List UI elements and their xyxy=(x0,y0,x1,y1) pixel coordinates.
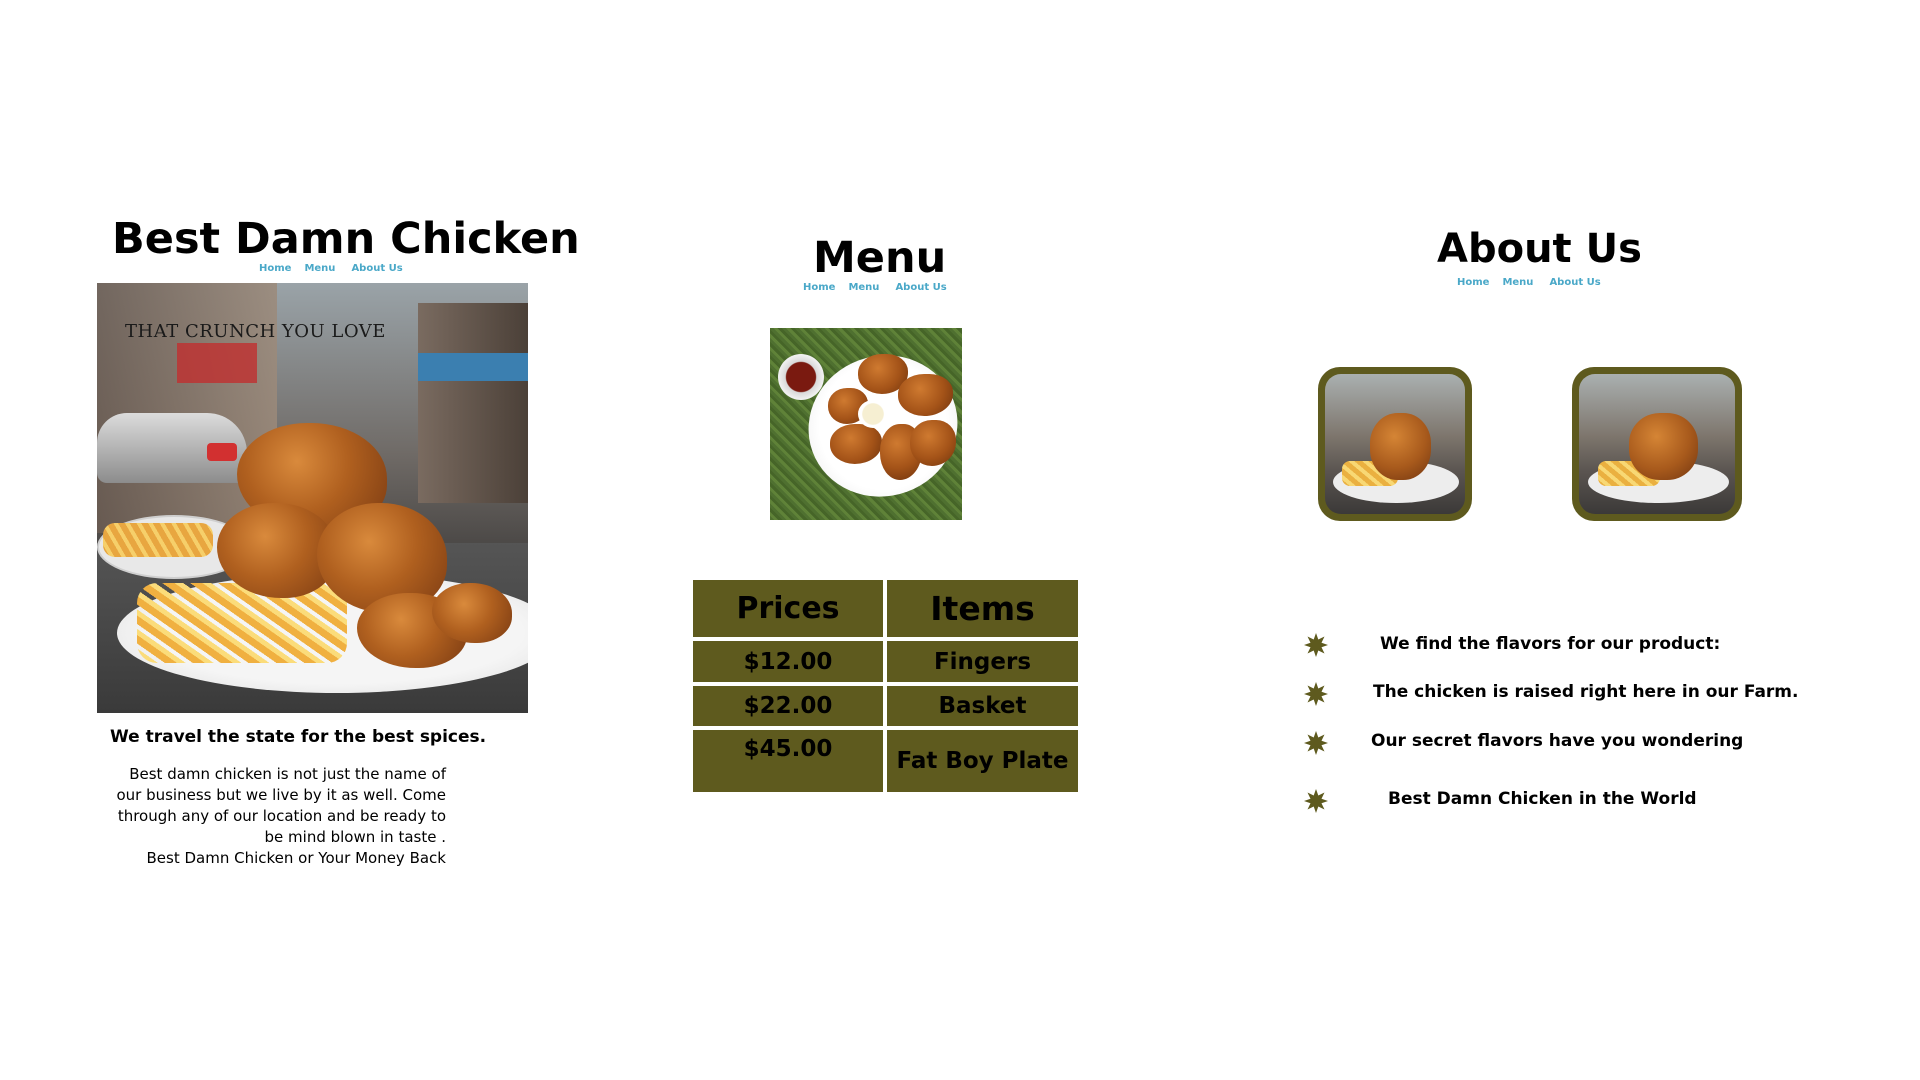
bullet-text: We find the flavors for our product: xyxy=(1380,634,1721,654)
starburst-icon xyxy=(1304,682,1328,706)
paragraph-line: Best Damn Chicken or Your Money Back xyxy=(146,849,446,867)
table-cell-price: $45.00 xyxy=(693,730,883,792)
about-photo xyxy=(1318,367,1472,521)
section-subheading: We travel the state for the best spices. xyxy=(110,727,487,747)
page-title: Menu xyxy=(813,233,947,283)
fried-chicken xyxy=(910,420,956,466)
table-cell-item: Basket xyxy=(887,686,1078,726)
table-cell-price: $22.00 xyxy=(693,686,883,726)
fries xyxy=(137,583,347,663)
table-cell-price: $12.00 xyxy=(693,641,883,682)
nav-home-link[interactable]: Home xyxy=(1457,277,1489,288)
starburst-icon xyxy=(1304,789,1328,813)
nav-menu-link[interactable]: Menu xyxy=(304,263,335,274)
dip-sauce xyxy=(858,400,888,428)
nav-menu-link[interactable]: Menu xyxy=(1502,277,1533,288)
car-light xyxy=(207,443,237,461)
shop-awning xyxy=(418,353,528,381)
about-photo xyxy=(1572,367,1742,521)
nav-about-link[interactable]: About Us xyxy=(895,282,946,293)
nav-about-link[interactable]: About Us xyxy=(1549,277,1600,288)
page-title: Best Damn Chicken xyxy=(112,214,580,264)
bullet-text: Our secret flavors have you wondering xyxy=(1371,731,1744,751)
nav-about-link[interactable]: About Us xyxy=(351,263,402,274)
intro-paragraph: Best damn chicken is not just the name o… xyxy=(110,764,446,869)
bullet-text: Best Damn Chicken in the World xyxy=(1388,789,1697,809)
price-table: Prices Items $12.00 Fingers $22.00 Baske… xyxy=(693,580,1078,792)
bullet-text: The chicken is raised right here in our … xyxy=(1373,682,1799,702)
page-title: About Us xyxy=(1437,226,1642,272)
starburst-icon xyxy=(1304,633,1328,657)
table-cell-item: Fingers xyxy=(887,641,1078,682)
about-nav: Home Menu About Us xyxy=(1457,277,1601,288)
fried-chicken xyxy=(1628,413,1698,481)
menu-nav: Home Menu About Us xyxy=(803,282,947,293)
sauce-bowl xyxy=(778,354,824,400)
paragraph-line: be mind blown in taste . xyxy=(264,828,446,846)
hero-tagline: THAT CRUNCH YOU LOVE xyxy=(125,321,386,342)
street-building xyxy=(418,303,528,503)
fries xyxy=(103,523,213,557)
home-nav: Home Menu About Us xyxy=(259,263,403,274)
fried-chicken xyxy=(1369,413,1432,481)
hero-image: THAT CRUNCH YOU LOVE xyxy=(97,283,528,713)
nav-home-link[interactable]: Home xyxy=(259,263,291,274)
table-header-prices: Prices xyxy=(693,580,883,637)
starburst-icon xyxy=(1304,731,1328,755)
shop-sign xyxy=(177,343,257,383)
paragraph-line: through any of our location and be ready… xyxy=(117,807,446,825)
table-header-items: Items xyxy=(887,580,1078,637)
paragraph-line: our business but we live by it as well. … xyxy=(116,786,446,804)
table-cell-item: Fat Boy Plate xyxy=(887,730,1078,792)
nav-menu-link[interactable]: Menu xyxy=(848,282,879,293)
paragraph-line: Best damn chicken is not just the name o… xyxy=(129,765,446,783)
nav-home-link[interactable]: Home xyxy=(803,282,835,293)
menu-food-photo xyxy=(770,328,962,520)
